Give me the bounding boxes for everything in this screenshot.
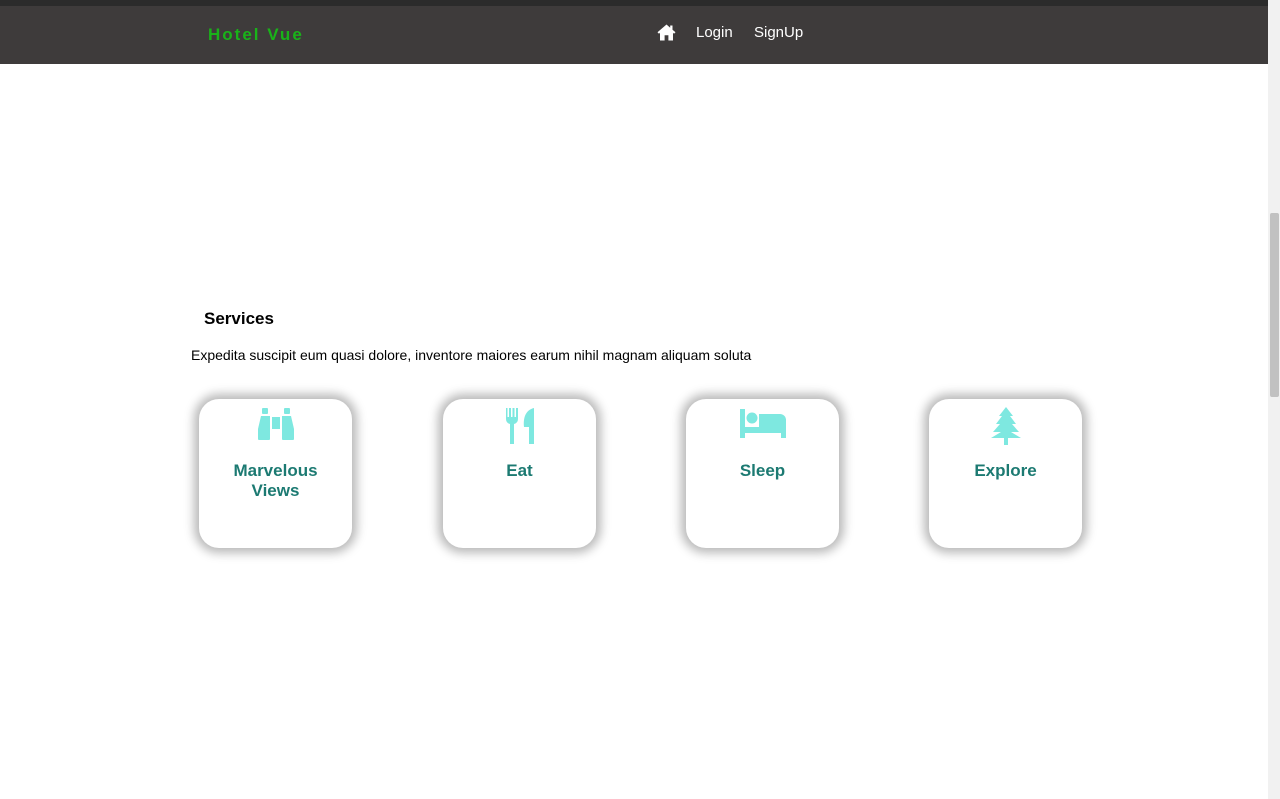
bed-icon — [686, 407, 839, 445]
navbar: Hotel Vue Login SignUp — [0, 6, 1268, 64]
brand-logo[interactable]: Hotel Vue — [208, 25, 304, 45]
services-heading: Services — [204, 309, 274, 328]
utensils-icon — [443, 407, 596, 445]
scrollbar-thumb[interactable] — [1270, 213, 1279, 397]
services-description: Expedita suscipit eum quasi dolore, inve… — [191, 347, 752, 363]
scrollbar-track[interactable] — [1268, 0, 1280, 799]
service-card-sleep[interactable]: Sleep — [686, 399, 839, 548]
service-card-title: Marvelous Views — [233, 461, 318, 500]
tree-icon — [929, 407, 1082, 445]
service-card-eat[interactable]: Eat — [443, 399, 596, 548]
service-card-explore[interactable]: Explore — [929, 399, 1082, 548]
binoculars-icon — [199, 407, 352, 445]
service-card-views[interactable]: Marvelous Views — [199, 399, 352, 548]
service-card-title: Sleep — [739, 461, 786, 480]
service-card-title: Eat — [506, 461, 533, 480]
home-icon[interactable] — [657, 24, 676, 41]
service-card-title: Explore — [974, 461, 1037, 480]
nav-login-link[interactable]: Login — [696, 24, 733, 41]
nav-signup-link[interactable]: SignUp — [754, 24, 803, 41]
